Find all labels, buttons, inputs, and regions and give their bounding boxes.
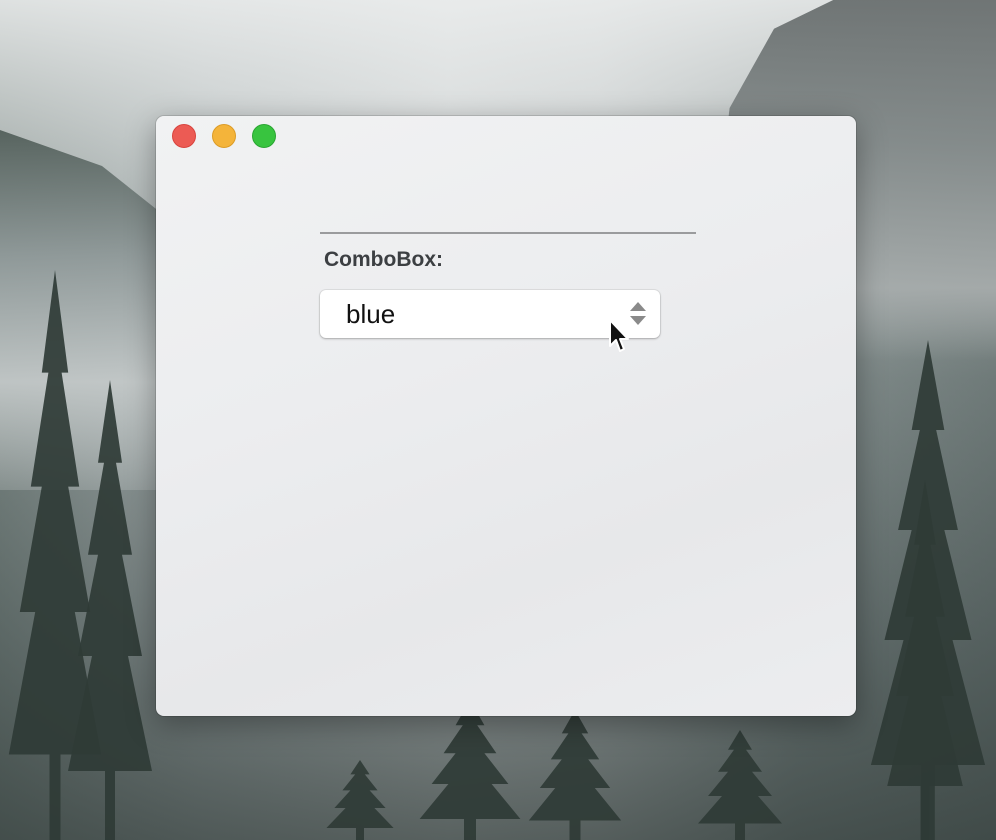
combobox-value[interactable]: blue <box>346 299 395 330</box>
combobox-label: ComboBox: <box>324 248 443 271</box>
app-window: ComboBox: blue <box>156 116 856 716</box>
wallpaper-tree <box>698 730 782 840</box>
horizontal-separator <box>320 232 696 234</box>
close-window-button[interactable] <box>172 124 196 148</box>
mouse-pointer-icon <box>609 319 629 352</box>
arrow-up-icon <box>630 302 646 311</box>
minimize-window-button[interactable] <box>212 124 236 148</box>
arrow-down-icon <box>630 316 646 325</box>
stepper-arrows-icon[interactable] <box>630 302 646 326</box>
wallpaper-tree <box>528 710 622 840</box>
wallpaper-tree <box>326 760 394 840</box>
zoom-window-button[interactable] <box>252 124 276 148</box>
wallpaper-cliff-left <box>0 130 170 490</box>
window-controls <box>172 124 276 148</box>
wallpaper-tree <box>419 700 521 840</box>
